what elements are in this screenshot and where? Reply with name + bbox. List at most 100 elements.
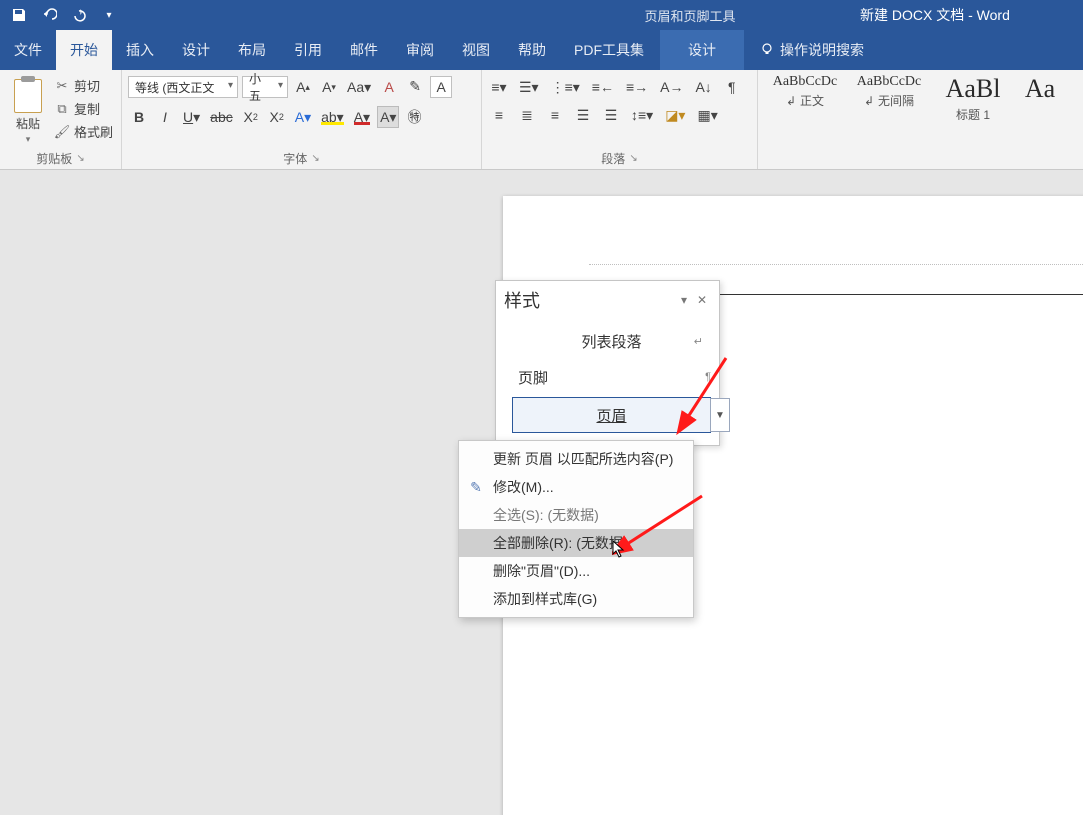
grow-font-button[interactable]: A▴ [292,76,314,98]
menu-label: 删除"页眉"(D)... [493,561,590,581]
font-name-combo[interactable]: 等线 (西文正文 [128,76,238,98]
align-center-button[interactable]: ≣ [516,104,538,126]
align-right-button[interactable]: ≡ [544,104,566,126]
header-boundary [589,264,1083,265]
redo-icon[interactable] [70,6,88,24]
font-color-button[interactable]: A▾ [351,106,373,128]
tab-design[interactable]: 设计 [168,30,224,70]
menu-update-to-match[interactable]: 更新 页眉 以匹配所选内容(P) [459,445,693,473]
superscript-button[interactable]: X2 [266,106,288,128]
menu-modify[interactable]: ✎ 修改(M)... [459,473,693,501]
style-item-label: 列表段落 [581,331,641,352]
paragraph-group-label: 段落 [601,150,625,167]
style-preview: AaBbCcDc [857,74,922,90]
highlight-button[interactable]: ab▾ [318,106,347,128]
style-dropdown-button[interactable]: ▼ [710,398,730,432]
style-preview: Aa [1025,74,1055,104]
menu-select-all[interactable]: 全选(S): (无数据) [459,501,693,529]
tab-mailings[interactable]: 邮件 [336,30,392,70]
phonetic-guide-button[interactable]: A [378,76,400,98]
style-gallery-item[interactable]: AaBbCcDc ↲正文 [770,74,840,109]
pane-options-icon[interactable]: ▾ [675,293,693,307]
copy-button[interactable]: ⧉ 复制 [54,99,113,118]
show-marks-button[interactable]: ¶ [721,76,743,98]
change-case-button[interactable]: Aa▾ [344,76,374,98]
save-icon[interactable] [10,6,28,24]
ribbon: 粘贴 ▾ ✂ 剪切 ⧉ 复制 🖌 格式刷 剪贴板 ↘ [0,70,1083,170]
style-name-label: 标题 1 [956,106,990,123]
distribute-button[interactable]: ☰ [600,104,622,126]
cut-button[interactable]: ✂ 剪切 [54,76,113,95]
borders-button[interactable]: ▦▾ [694,104,720,126]
format-painter-button[interactable]: 🖌 格式刷 [54,122,113,141]
dialog-launcher-icon[interactable]: ↘ [629,153,637,164]
dialog-launcher-icon[interactable]: ↘ [76,153,84,164]
tab-help[interactable]: 帮助 [504,30,560,70]
sort-button[interactable]: A↓ [692,76,714,98]
font-group-label: 字体 [283,150,307,167]
tab-insert[interactable]: 插入 [112,30,168,70]
tab-file[interactable]: 文件 [0,30,56,70]
style-preview: AaBl [946,74,1001,104]
style-gallery-item[interactable]: AaBbCcDc ↲无间隔 [854,74,924,109]
paragraph-mark-icon: ↲ [786,94,796,108]
shrink-font-button[interactable]: A▾ [318,76,340,98]
ribbon-group-font: 等线 (西文正文 小五 A▴ A▾ Aa▾ A ✎ A B I U▾ abc X… [122,70,482,169]
clear-formatting-button[interactable]: ✎ [404,76,426,98]
paste-label: 粘贴 [16,115,40,132]
pane-title-bar[interactable]: 样式 ▾ ✕ [496,281,719,323]
tab-view[interactable]: 视图 [448,30,504,70]
numbering-button[interactable]: ☰▾ [516,76,542,98]
dialog-launcher-icon[interactable]: ↘ [311,153,319,164]
font-size-combo[interactable]: 小五 [242,76,288,98]
undo-icon[interactable] [40,6,58,24]
menu-delete-style[interactable]: 删除"页眉"(D)... [459,557,693,585]
style-preview: AaBbCcDc [773,74,838,90]
tab-review[interactable]: 审阅 [392,30,448,70]
italic-button[interactable]: I [154,106,176,128]
tab-home[interactable]: 开始 [56,30,112,70]
style-list-item[interactable]: 页脚 ¶ [512,359,711,395]
qat-customize-icon[interactable]: ▾ [100,6,118,24]
multilevel-list-button[interactable]: ⋮≡▾ [548,76,583,98]
tell-me-label: 操作说明搜索 [780,40,864,60]
ltr-text-button[interactable]: A→ [657,76,686,98]
style-gallery-item[interactable]: AaBl 标题 1 [938,74,1008,123]
style-list-item-selected[interactable]: 页眉 ▼ [512,397,711,433]
scissors-icon: ✂ [54,79,70,93]
paste-button[interactable]: 粘贴 ▾ [6,74,50,149]
bullets-button[interactable]: ≡▾ [488,76,510,98]
style-list-item[interactable]: 列表段落 ↵ [512,323,711,359]
menu-add-to-gallery[interactable]: 添加到样式库(G) [459,585,693,613]
style-gallery-item[interactable]: Aa [1022,74,1058,104]
shading-button[interactable]: ◪▾ [662,104,688,126]
menu-label: 添加到样式库(G) [493,589,597,609]
strikethrough-button[interactable]: abc [207,106,236,128]
align-left-button[interactable]: ≡ [488,104,510,126]
copy-icon: ⧉ [54,102,70,116]
enclose-characters-button[interactable]: ㊕ [403,106,425,128]
menu-label: 更新 页眉 以匹配所选内容(P) [493,449,673,469]
close-icon[interactable]: ✕ [693,293,711,307]
menu-label: 全选(S): (无数据) [493,505,599,525]
menu-remove-all[interactable]: 全部删除(R): (无数据) [459,529,693,557]
tab-pdf-tools[interactable]: PDF工具集 [560,30,658,70]
decrease-indent-button[interactable]: ≡← [589,76,617,98]
subscript-button[interactable]: X2 [240,106,262,128]
increase-indent-button[interactable]: ≡→ [623,76,651,98]
line-spacing-button[interactable]: ↕≡▾ [628,104,656,126]
text-effects-button[interactable]: A▾ [292,106,314,128]
styles-task-pane[interactable]: 样式 ▾ ✕ 列表段落 ↵ 页脚 ¶ 页眉 ▼ [495,280,720,446]
menu-label: 修改(M)... [493,477,554,497]
tab-context-design[interactable]: 设计 [660,30,744,70]
tab-references[interactable]: 引用 [280,30,336,70]
tab-layout[interactable]: 布局 [224,30,280,70]
tell-me-search[interactable]: 操作说明搜索 [744,30,880,70]
underline-button[interactable]: U▾ [180,106,203,128]
character-shading-button[interactable]: A▾ [377,106,399,128]
style-item-marker: ↵ [694,335,703,348]
bold-button[interactable]: B [128,106,150,128]
character-border-button[interactable]: A [430,76,452,98]
ribbon-group-clipboard: 粘贴 ▾ ✂ 剪切 ⧉ 复制 🖌 格式刷 剪贴板 ↘ [0,70,122,169]
justify-button[interactable]: ☰ [572,104,594,126]
